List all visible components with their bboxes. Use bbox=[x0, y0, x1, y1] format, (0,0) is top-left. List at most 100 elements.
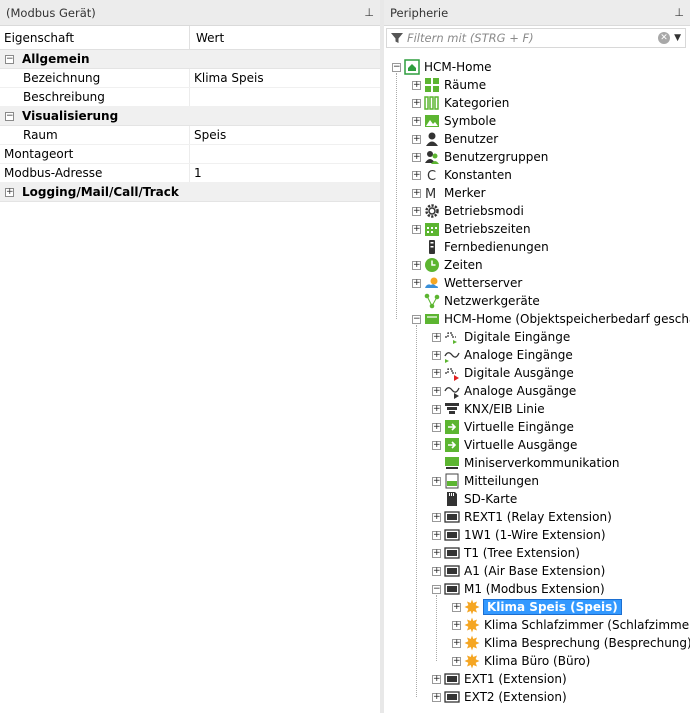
expand-icon[interactable]: + bbox=[452, 638, 461, 648]
tree-node-label[interactable]: 1W1 (1-Wire Extension) bbox=[464, 528, 606, 542]
tree-node-label[interactable]: Konstanten bbox=[444, 168, 512, 182]
tree-node[interactable]: + C Konstanten bbox=[412, 166, 512, 184]
expand-icon[interactable]: + bbox=[432, 548, 441, 558]
tree-node[interactable]: + Kategorien bbox=[412, 94, 509, 112]
expand-icon[interactable]: + bbox=[432, 530, 441, 540]
tree-node[interactable]: + Mitteilungen bbox=[432, 472, 539, 490]
tree-node[interactable]: + Betriebszeiten bbox=[412, 220, 531, 238]
tree-node-label[interactable]: Räume bbox=[444, 78, 486, 92]
expand-icon[interactable]: + bbox=[452, 602, 461, 612]
tree-node[interactable]: − HCM-Home bbox=[392, 58, 492, 76]
tree-node[interactable]: + Benutzer bbox=[412, 130, 498, 148]
expand-icon[interactable]: + bbox=[412, 152, 421, 162]
collapse-icon[interactable]: − bbox=[412, 314, 421, 324]
tree-node[interactable]: + Symbole bbox=[412, 112, 496, 130]
expand-icon[interactable]: + bbox=[452, 620, 461, 630]
tree-node[interactable]: + Analoge Ausgänge bbox=[432, 382, 576, 400]
tree-node-label[interactable]: Digitale Eingänge bbox=[464, 330, 570, 344]
tree-node-label[interactable]: Merker bbox=[444, 186, 486, 200]
expand-icon[interactable]: + bbox=[432, 404, 441, 414]
tree-node[interactable]: + Digitale Ausgänge bbox=[432, 364, 574, 382]
tree-node[interactable]: + M Merker bbox=[412, 184, 486, 202]
tree-node-label[interactable]: Analoge Eingänge bbox=[464, 348, 573, 362]
property-row[interactable]: Beschreibung bbox=[0, 88, 380, 107]
tree-node-label[interactable]: Betriebszeiten bbox=[444, 222, 531, 236]
tree-node-label[interactable]: Analoge Ausgänge bbox=[464, 384, 576, 398]
expand-icon[interactable]: + bbox=[412, 278, 421, 288]
tree-node-label[interactable]: Mitteilungen bbox=[464, 474, 539, 488]
expand-icon[interactable]: + bbox=[432, 512, 441, 522]
expand-icon[interactable]: + bbox=[432, 440, 441, 450]
expand-icon[interactable]: + bbox=[432, 692, 441, 702]
tree-node[interactable]: + Räume bbox=[412, 76, 486, 94]
expand-icon[interactable]: + bbox=[432, 422, 441, 432]
tree-node-label[interactable]: M1 (Modbus Extension) bbox=[464, 582, 605, 596]
tree-node-label[interactable]: REXT1 (Relay Extension) bbox=[464, 510, 612, 524]
expand-icon[interactable]: + bbox=[432, 350, 441, 360]
expand-icon[interactable]: + bbox=[412, 206, 421, 216]
tree-node[interactable]: + T1 (Tree Extension) bbox=[432, 544, 580, 562]
tree-node[interactable]: + Klima Büro (Büro) bbox=[452, 652, 590, 670]
expand-icon[interactable]: + bbox=[432, 476, 441, 486]
property-value[interactable]: 1 bbox=[190, 166, 202, 180]
tree-node[interactable]: − HCM-Home (Objektspeicherbedarf geschätz… bbox=[412, 310, 690, 328]
tree-node[interactable]: + Digitale Eingänge bbox=[432, 328, 570, 346]
expand-icon[interactable]: + bbox=[412, 80, 421, 90]
tree-node-label[interactable]: Klima Schlafzimmer (Schlafzimmer) bbox=[484, 618, 690, 632]
tree-node[interactable]: + Klima Schlafzimmer (Schlafzimmer) bbox=[452, 616, 690, 634]
property-value[interactable]: Speis bbox=[190, 128, 226, 142]
property-row[interactable]: Bezeichnung Klima Speis bbox=[0, 69, 380, 88]
pin-icon[interactable]: ⊥ bbox=[674, 6, 684, 19]
tree-node[interactable]: − M1 (Modbus Extension) bbox=[432, 580, 605, 598]
column-header-property[interactable]: Eigenschaft bbox=[0, 26, 190, 49]
expand-icon[interactable]: + bbox=[412, 116, 421, 126]
tree-node[interactable]: + EXT2 (Extension) bbox=[432, 688, 567, 706]
tree-node-label[interactable]: Betriebsmodi bbox=[444, 204, 524, 218]
tree-node-label[interactable]: Kategorien bbox=[444, 96, 509, 110]
tree-node-label[interactable]: Digitale Ausgänge bbox=[464, 366, 574, 380]
expand-icon[interactable]: + bbox=[432, 674, 441, 684]
tree-node[interactable]: + Wetterserver bbox=[412, 274, 522, 292]
property-row[interactable]: Modbus-Adresse 1 bbox=[0, 164, 380, 183]
property-value[interactable]: Klima Speis bbox=[190, 71, 264, 85]
tree-node-label[interactable]: SD-Karte bbox=[464, 492, 517, 506]
tree-node[interactable]: + Klima Speis (Speis) bbox=[452, 598, 622, 616]
tree-node-label[interactable]: Symbole bbox=[444, 114, 496, 128]
filter-dropdown-icon[interactable]: ▼ bbox=[674, 33, 681, 43]
tree-node-label[interactable]: Benutzergruppen bbox=[444, 150, 548, 164]
tree-node[interactable]: + KNX/EIB Linie bbox=[432, 400, 545, 418]
tree-node-label[interactable]: HCM-Home bbox=[424, 60, 492, 74]
tree-node-label[interactable]: Klima Speis (Speis) bbox=[483, 599, 622, 615]
tree-node[interactable]: + Klima Besprechung (Besprechung) bbox=[452, 634, 690, 652]
tree-node-label[interactable]: T1 (Tree Extension) bbox=[464, 546, 580, 560]
tree-node-label[interactable]: EXT1 (Extension) bbox=[464, 672, 567, 686]
clear-filter-icon[interactable]: ✕ bbox=[658, 32, 671, 44]
property-row[interactable]: Montageort bbox=[0, 145, 380, 164]
property-category[interactable]: − Allgemein bbox=[0, 50, 380, 69]
tree-node[interactable]: + EXT1 (Extension) bbox=[432, 670, 567, 688]
property-row[interactable]: Raum Speis bbox=[0, 126, 380, 145]
column-header-value[interactable]: Wert bbox=[190, 26, 230, 49]
expand-icon[interactable]: + bbox=[432, 386, 441, 396]
property-category[interactable]: − Visualisierung bbox=[0, 107, 380, 126]
tree-node[interactable]: + Virtuelle Ausgänge bbox=[432, 436, 577, 454]
tree-node-label[interactable]: Virtuelle Eingänge bbox=[464, 420, 574, 434]
expand-icon[interactable]: + bbox=[412, 98, 421, 108]
tree-node[interactable]: + Virtuelle Eingänge bbox=[432, 418, 574, 436]
collapse-icon[interactable]: − bbox=[5, 111, 14, 121]
collapse-icon[interactable]: − bbox=[5, 54, 14, 64]
pin-icon[interactable]: ⊥ bbox=[364, 6, 374, 19]
tree-node-label[interactable]: EXT2 (Extension) bbox=[464, 690, 567, 704]
tree-node-label[interactable]: KNX/EIB Linie bbox=[464, 402, 545, 416]
expand-icon[interactable]: + bbox=[412, 224, 421, 234]
expand-icon[interactable]: + bbox=[5, 187, 14, 197]
tree-node[interactable]: Miniserverkommunikation bbox=[432, 454, 619, 472]
tree-node-label[interactable]: Netzwerkgeräte bbox=[444, 294, 540, 308]
tree-node-label[interactable]: Wetterserver bbox=[444, 276, 522, 290]
tree-node-label[interactable]: Benutzer bbox=[444, 132, 498, 146]
expand-icon[interactable]: + bbox=[412, 134, 421, 144]
expand-icon[interactable]: + bbox=[412, 260, 421, 270]
filter-box[interactable]: Filtern mit (STRG + F) ✕ ▼ bbox=[386, 28, 686, 48]
tree-node[interactable]: + Zeiten bbox=[412, 256, 483, 274]
tree-node-label[interactable]: Zeiten bbox=[444, 258, 483, 272]
